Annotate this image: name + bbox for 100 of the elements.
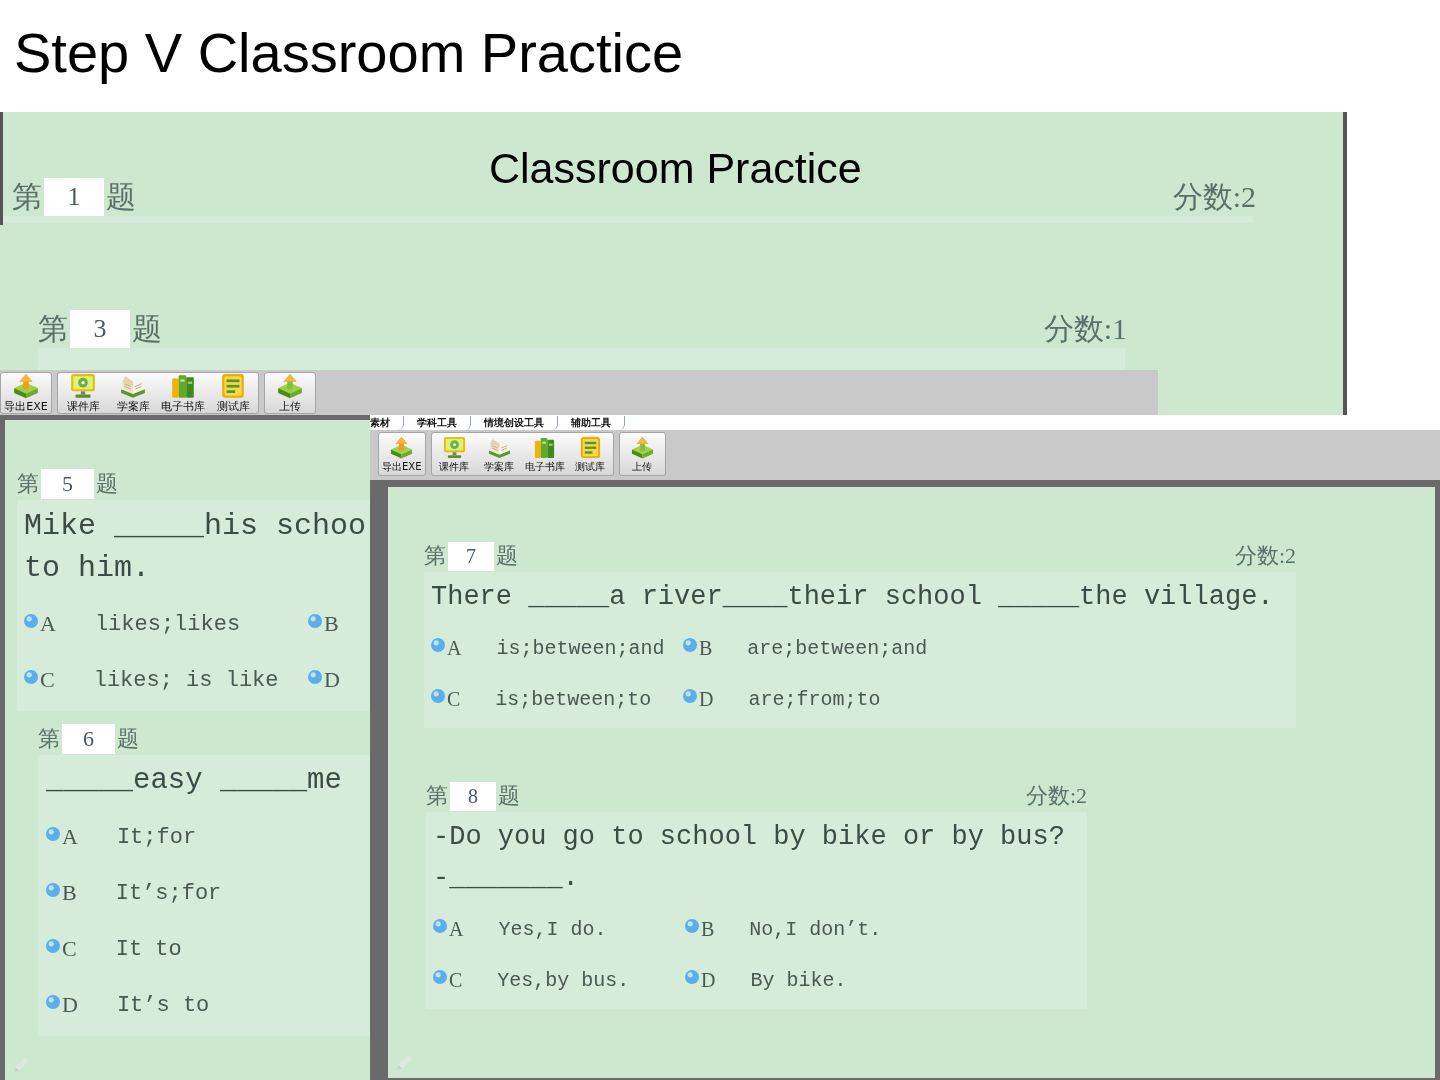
score-label: 分数:2 [1172, 178, 1256, 215]
notepad-icon [220, 373, 246, 399]
option-text[interactable]: Yes,by bus. [497, 969, 630, 992]
option-letter: C [62, 936, 77, 962]
toolbar-button[interactable]: 学案库 [476, 433, 522, 475]
question-label: 第 [17, 470, 39, 498]
toolbar-button[interactable]: 导出EXE [379, 433, 425, 475]
option-text[interactable]: are;between;and [747, 637, 928, 660]
option-letter: D [701, 969, 716, 992]
option-letter: B [324, 611, 339, 637]
notepad-icon [578, 436, 602, 459]
pencil-icon[interactable] [394, 1053, 414, 1073]
tab[interactable]: 学科工具 [404, 415, 471, 430]
option-text[interactable]: It’s to [116, 992, 210, 1018]
tray-arrow-icon [630, 436, 654, 459]
question-number: 7 [448, 541, 494, 571]
option-letter: A [40, 611, 56, 637]
question-number: 5 [41, 469, 94, 499]
question-text: _____easy _____me [46, 764, 342, 797]
option-letter: B [62, 880, 77, 906]
toolbar-button[interactable]: 测试库 [567, 433, 613, 475]
question-label: 第 [426, 782, 448, 810]
score-label: 分数:2 [1234, 542, 1296, 570]
option-text[interactable]: likes; is like [93, 667, 279, 693]
option-bullet-icon[interactable] [683, 689, 697, 703]
option-bullet-icon[interactable] [685, 919, 699, 933]
option-letter: C [40, 667, 55, 693]
toolbar-button[interactable]: 课件库 [431, 433, 477, 475]
option-text[interactable]: It;for [116, 824, 197, 850]
question-label: 第 [38, 725, 60, 753]
option-letter: C [447, 688, 461, 711]
question-label: 题 [117, 725, 139, 753]
option-bullet-icon[interactable] [308, 669, 322, 684]
question-label: 题 [106, 178, 136, 215]
toolbar-button[interactable]: 上传 [619, 433, 665, 475]
option-bullet-icon[interactable] [46, 938, 60, 953]
question-number: 3 [70, 310, 130, 348]
toolbar-button[interactable]: 电子书库 [521, 433, 568, 475]
question-text: to him. [24, 551, 151, 585]
toolbar-button[interactable]: 电子书库 [158, 373, 208, 413]
option-text[interactable]: Yes,I do. [498, 918, 607, 941]
question-number: 1 [44, 178, 104, 216]
option-text[interactable]: By bike. [750, 969, 847, 992]
option-letter: B [701, 918, 715, 941]
option-bullet-icon[interactable] [46, 882, 60, 897]
question-label: 题 [132, 310, 162, 347]
question-text: There _____a river____their school _____the village. [431, 582, 1274, 612]
option-text[interactable]: No,I don’t. [749, 918, 882, 941]
toolbar-button[interactable]: 导出EXE [1, 373, 51, 413]
option-letter: C [449, 969, 463, 992]
monitor-icon [442, 436, 466, 459]
question-number: 8 [450, 781, 496, 811]
toolbar-button[interactable]: 上传 [265, 373, 315, 413]
score-label: 分数:1 [1043, 310, 1127, 347]
question-label: 第 [424, 542, 446, 570]
question-label: 题 [496, 542, 518, 570]
question-text: -Do you go to school by bike or by bus? [433, 822, 1065, 852]
tab[interactable]: 素材 [370, 415, 404, 430]
option-bullet-icon[interactable] [308, 613, 322, 628]
option-bullet-icon[interactable] [24, 669, 38, 684]
option-text[interactable]: is;between;and [496, 637, 665, 660]
option-bullet-icon[interactable] [433, 919, 447, 933]
books-icon [170, 373, 196, 399]
pencil-icon[interactable] [11, 1055, 31, 1075]
option-letter: A [449, 918, 464, 941]
option-text[interactable]: It to [115, 936, 182, 962]
option-text[interactable]: are;from;to [748, 688, 881, 711]
toolbar-button[interactable]: 测试库 [208, 373, 258, 413]
option-bullet-icon[interactable] [431, 638, 445, 652]
option-bullet-icon[interactable] [433, 970, 447, 984]
question-label: 题 [498, 782, 520, 810]
question-text: Mike _____his schoo [24, 509, 367, 543]
option-text[interactable]: It’s;for [115, 880, 222, 906]
books-icon [533, 436, 556, 459]
question-label: 第 [12, 178, 42, 215]
option-bullet-icon[interactable] [46, 994, 60, 1009]
toolbar-button[interactable]: 学案库 [108, 373, 158, 413]
option-text[interactable]: likes;likes [94, 611, 241, 637]
open-book-icon [487, 436, 511, 459]
option-bullet-icon[interactable] [431, 689, 445, 703]
question-label: 题 [96, 470, 118, 498]
option-bullet-icon[interactable] [24, 613, 38, 628]
option-bullet-icon[interactable] [683, 638, 697, 652]
tab[interactable]: 辅助工具 [558, 415, 625, 430]
option-letter: D [324, 667, 340, 693]
option-letter: D [62, 992, 78, 1018]
score-label: 分数:2 [1025, 782, 1087, 810]
option-bullet-icon[interactable] [685, 970, 699, 984]
practice-heading: Classroom Practice [489, 144, 862, 193]
option-text[interactable]: is;between;to [495, 688, 652, 711]
option-letter: B [699, 637, 713, 660]
option-letter: A [62, 824, 78, 850]
tab[interactable]: 情境创设工具 [471, 415, 558, 430]
tray-arrow-icon [277, 373, 303, 399]
option-letter: A [447, 637, 462, 660]
slide-title: Step V Classroom Practice [13, 20, 684, 85]
toolbar-button[interactable]: 课件库 [58, 373, 108, 413]
option-letter: D [699, 688, 714, 711]
option-bullet-icon[interactable] [46, 826, 60, 841]
question-number: 6 [62, 724, 115, 754]
